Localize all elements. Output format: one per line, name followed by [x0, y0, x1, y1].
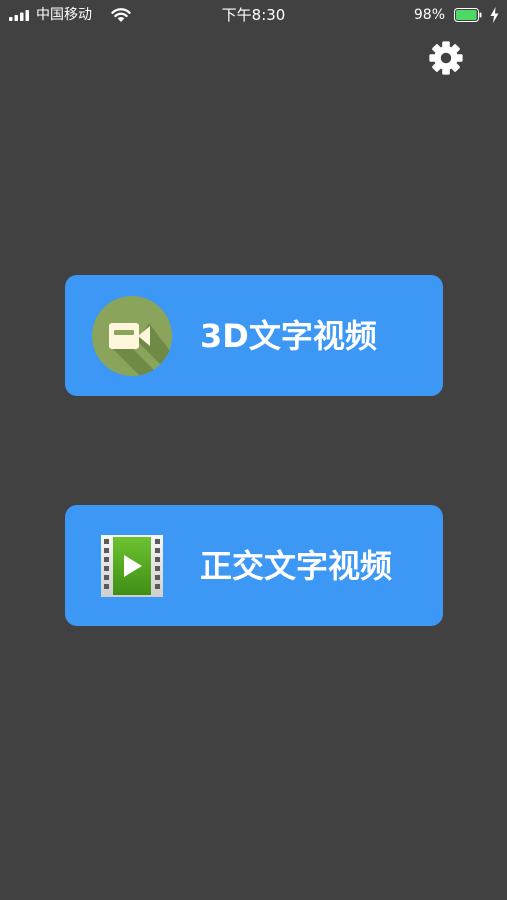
3d-text-video-button[interactable]: 3D文字视频: [65, 275, 443, 396]
orthographic-text-video-button[interactable]: 正交文字视频: [65, 505, 443, 626]
battery-percent: 98%: [413, 7, 445, 23]
video-camera-icon: [92, 296, 172, 376]
battery-icon: [454, 8, 482, 22]
film-play-icon: [101, 535, 163, 597]
3d-text-video-label: 3D文字视频: [200, 317, 377, 355]
charging-icon: [490, 7, 499, 23]
gear-icon[interactable]: [427, 39, 465, 77]
status-bar: 中国移动 下午8:30 98%: [0, 0, 507, 32]
orthographic-text-video-label: 正交文字视频: [200, 547, 393, 585]
